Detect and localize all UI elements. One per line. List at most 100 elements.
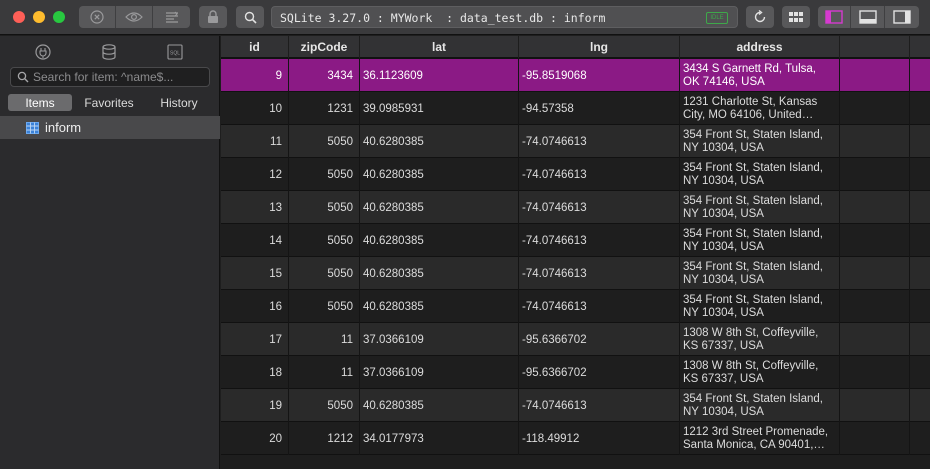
cell-address[interactable]: 354 Front St, Staten Island, NY 10304, U…: [680, 290, 840, 323]
cell-address[interactable]: 354 Front St, Staten Island, NY 10304, U…: [680, 191, 840, 224]
cell-lat[interactable]: 40.6280385: [360, 224, 519, 257]
cell-address[interactable]: 1231 Charlotte St, Kansas City, MO 64106…: [680, 92, 840, 125]
cell-id[interactable]: 20: [221, 422, 289, 455]
cell-lat[interactable]: 34.0177973: [360, 422, 519, 455]
table-row[interactable]: 18 11 37.0366109 -95.6366702 1308 W 8th St, …: [221, 356, 930, 389]
cell-zipcode[interactable]: 5050: [289, 224, 360, 257]
cell-id[interactable]: 17: [221, 323, 289, 356]
database-button[interactable]: [100, 43, 118, 61]
cell-zipcode[interactable]: 11: [289, 356, 360, 389]
stop-button[interactable]: [79, 6, 116, 28]
column-header-id[interactable]: id: [221, 36, 289, 58]
address-text: 1231 Charlotte St, Kansas City, MO 64106…: [683, 95, 818, 121]
column-header-address[interactable]: address: [680, 36, 840, 58]
connections-button[interactable]: [34, 43, 52, 61]
tree-item-inform[interactable]: inform: [0, 116, 220, 139]
cell-lng[interactable]: -74.0746613: [519, 158, 680, 191]
table-row[interactable]: 20 1212 34.0177973 -118.49912 1212 3rd Stree…: [221, 422, 930, 455]
cell-address[interactable]: 1212 3rd Street Promenade, Santa Monica,…: [680, 422, 840, 455]
cell-zipcode[interactable]: 5050: [289, 158, 360, 191]
cell-lat[interactable]: 40.6280385: [360, 389, 519, 422]
cell-address[interactable]: 1308 W 8th St, Coffeyville, KS 67337, US…: [680, 323, 840, 356]
table-row[interactable]: 10 1231 39.0985931 -94.57358 1231 Charlotte …: [221, 92, 930, 125]
cell-lng[interactable]: -95.6366702: [519, 356, 680, 389]
cell-lng[interactable]: -74.0746613: [519, 191, 680, 224]
cell-zipcode[interactable]: 3434: [289, 59, 360, 92]
toggle-left-panel-button[interactable]: [818, 6, 851, 28]
table-row[interactable]: 17 11 37.0366109 -95.6366702 1308 W 8th St, …: [221, 323, 930, 356]
zoom-window-button[interactable]: [53, 11, 65, 23]
tab-favorites[interactable]: Favorites: [72, 94, 146, 111]
item-search-input[interactable]: [33, 70, 205, 84]
cell-address[interactable]: 1308 W 8th St, Coffeyville, KS 67337, US…: [680, 356, 840, 389]
cell-lng[interactable]: -118.49912: [519, 422, 680, 455]
cell-lng[interactable]: -74.0746613: [519, 389, 680, 422]
cell-address[interactable]: 354 Front St, Staten Island, NY 10304, U…: [680, 158, 840, 191]
cell-address[interactable]: 3434 S Garnett Rd, Tulsa, OK 74146, USA: [680, 59, 840, 92]
cell-zipcode[interactable]: 5050: [289, 389, 360, 422]
tab-history[interactable]: History: [146, 94, 212, 111]
cell-id[interactable]: 19: [221, 389, 289, 422]
cell-id[interactable]: 18: [221, 356, 289, 389]
cell-lat[interactable]: 39.0985931: [360, 92, 519, 125]
search-button[interactable]: [236, 6, 264, 28]
table-row[interactable]: 14 5050 40.6280385 -74.0746613 354 Front St,…: [221, 224, 930, 257]
cell-lng[interactable]: -74.0746613: [519, 125, 680, 158]
cell-id[interactable]: 13: [221, 191, 289, 224]
refresh-button[interactable]: [746, 6, 774, 28]
preview-button[interactable]: [116, 6, 153, 28]
table-row-selected[interactable]: 9 3434 36.1123609 -95.8519068 3434 S Garnett…: [221, 59, 930, 92]
cell-zipcode[interactable]: 5050: [289, 290, 360, 323]
cell-lat[interactable]: 37.0366109: [360, 356, 519, 389]
cell-id[interactable]: 14: [221, 224, 289, 257]
cell-zipcode[interactable]: 1212: [289, 422, 360, 455]
cell-address[interactable]: 354 Front St, Staten Island, NY 10304, U…: [680, 125, 840, 158]
cell-address[interactable]: 354 Front St, Staten Island, NY 10304, U…: [680, 224, 840, 257]
cell-zipcode[interactable]: 11: [289, 323, 360, 356]
table-row[interactable]: 12 5050 40.6280385 -74.0746613 354 Front St,…: [221, 158, 930, 191]
column-header-lng[interactable]: lng: [519, 36, 680, 58]
cell-lng[interactable]: -74.0746613: [519, 290, 680, 323]
cell-lat[interactable]: 40.6280385: [360, 191, 519, 224]
column-header-zipcode[interactable]: zipCode: [289, 36, 360, 58]
cell-id[interactable]: 11: [221, 125, 289, 158]
cell-lat[interactable]: 36.1123609: [360, 59, 519, 92]
table-row[interactable]: 11 5050 40.6280385 -74.0746613 354 Front St,…: [221, 125, 930, 158]
cell-address[interactable]: 354 Front St, Staten Island, NY 10304, U…: [680, 257, 840, 290]
cell-lng[interactable]: -95.6366702: [519, 323, 680, 356]
cell-lat[interactable]: 40.6280385: [360, 257, 519, 290]
column-header-lat[interactable]: lat: [360, 36, 519, 58]
cell-lng[interactable]: -74.0746613: [519, 224, 680, 257]
cell-id[interactable]: 16: [221, 290, 289, 323]
lock-icon: [208, 10, 218, 23]
cell-lng[interactable]: -74.0746613: [519, 257, 680, 290]
sql-query-button[interactable]: SQL: [166, 43, 184, 61]
cell-lng[interactable]: -95.8519068: [519, 59, 680, 92]
toggle-bottom-panel-button[interactable]: [851, 6, 885, 28]
cell-zipcode[interactable]: 5050: [289, 125, 360, 158]
lock-button[interactable]: [199, 6, 227, 28]
minimize-window-button[interactable]: [33, 11, 45, 23]
cell-lng[interactable]: -94.57358: [519, 92, 680, 125]
close-window-button[interactable]: [13, 11, 25, 23]
cell-lat[interactable]: 40.6280385: [360, 125, 519, 158]
cell-lat[interactable]: 40.6280385: [360, 290, 519, 323]
table-row[interactable]: 15 5050 40.6280385 -74.0746613 354 Front St,…: [221, 257, 930, 290]
cell-address[interactable]: 354 Front St, Staten Island, NY 10304, U…: [680, 389, 840, 422]
text-options-button[interactable]: [153, 6, 190, 28]
table-row[interactable]: 16 5050 40.6280385 -74.0746613 354 Front St,…: [221, 290, 930, 323]
tab-items[interactable]: Items: [8, 94, 72, 111]
cell-id[interactable]: 10: [221, 92, 289, 125]
grid-view-button[interactable]: [782, 6, 810, 28]
cell-id[interactable]: 9: [221, 59, 289, 92]
cell-lat[interactable]: 40.6280385: [360, 158, 519, 191]
cell-lat[interactable]: 37.0366109: [360, 323, 519, 356]
cell-zipcode[interactable]: 5050: [289, 257, 360, 290]
cell-zipcode[interactable]: 5050: [289, 191, 360, 224]
table-row[interactable]: 19 5050 40.6280385 -74.0746613 354 Front St,…: [221, 389, 930, 422]
cell-zipcode[interactable]: 1231: [289, 92, 360, 125]
table-row[interactable]: 13 5050 40.6280385 -74.0746613 354 Front St,…: [221, 191, 930, 224]
toggle-right-panel-button[interactable]: [885, 6, 919, 28]
cell-id[interactable]: 15: [221, 257, 289, 290]
cell-id[interactable]: 12: [221, 158, 289, 191]
